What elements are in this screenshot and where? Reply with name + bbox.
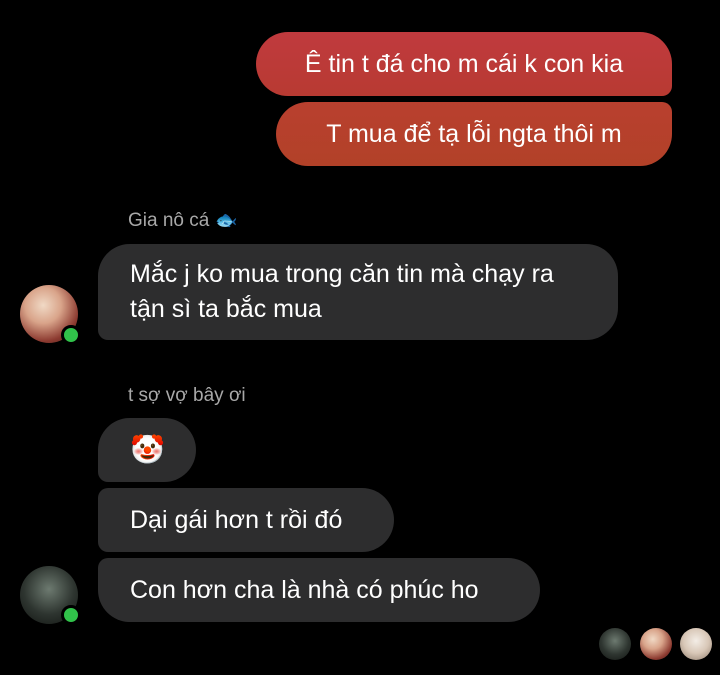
sender-name: Gia nô cá 🐟	[128, 210, 238, 232]
incoming-message[interactable]: Con hơn cha là nhà có phúc ho	[98, 558, 540, 622]
outgoing-message[interactable]: Ê tin t đá cho m cái k con kia	[256, 32, 672, 96]
seen-avatar[interactable]	[599, 628, 631, 660]
message-text: Con hơn cha là nhà có phúc ho	[130, 576, 479, 604]
incoming-message[interactable]: Dại gái hơn t rồi đó	[98, 488, 394, 552]
clown-emoji: 🤡	[130, 434, 165, 465]
message-text: Ê tin t đá cho m cái k con kia	[304, 50, 624, 78]
seen-avatar[interactable]	[640, 628, 672, 660]
outgoing-message[interactable]: T mua để tạ lỗi ngta thôi m	[276, 102, 672, 166]
sender-name-text: Gia nô cá	[128, 210, 210, 231]
incoming-message[interactable]: 🤡	[98, 418, 196, 482]
online-status-icon	[61, 325, 81, 345]
fish-emoji: 🐟	[215, 210, 238, 230]
seen-avatar[interactable]	[680, 628, 712, 660]
sender-name: t sợ vợ bây ơi	[128, 385, 246, 407]
message-text: Mắc j ko mua trong căn tin mà chạy ra tậ…	[130, 260, 554, 323]
sender-name-text: t sợ vợ bây ơi	[128, 385, 246, 406]
online-status-icon	[61, 605, 81, 625]
message-text: T mua để tạ lỗi ngta thôi m	[326, 120, 622, 148]
incoming-message[interactable]: Mắc j ko mua trong căn tin mà chạy ra tậ…	[98, 244, 618, 340]
message-text: Dại gái hơn t rồi đó	[130, 506, 343, 534]
